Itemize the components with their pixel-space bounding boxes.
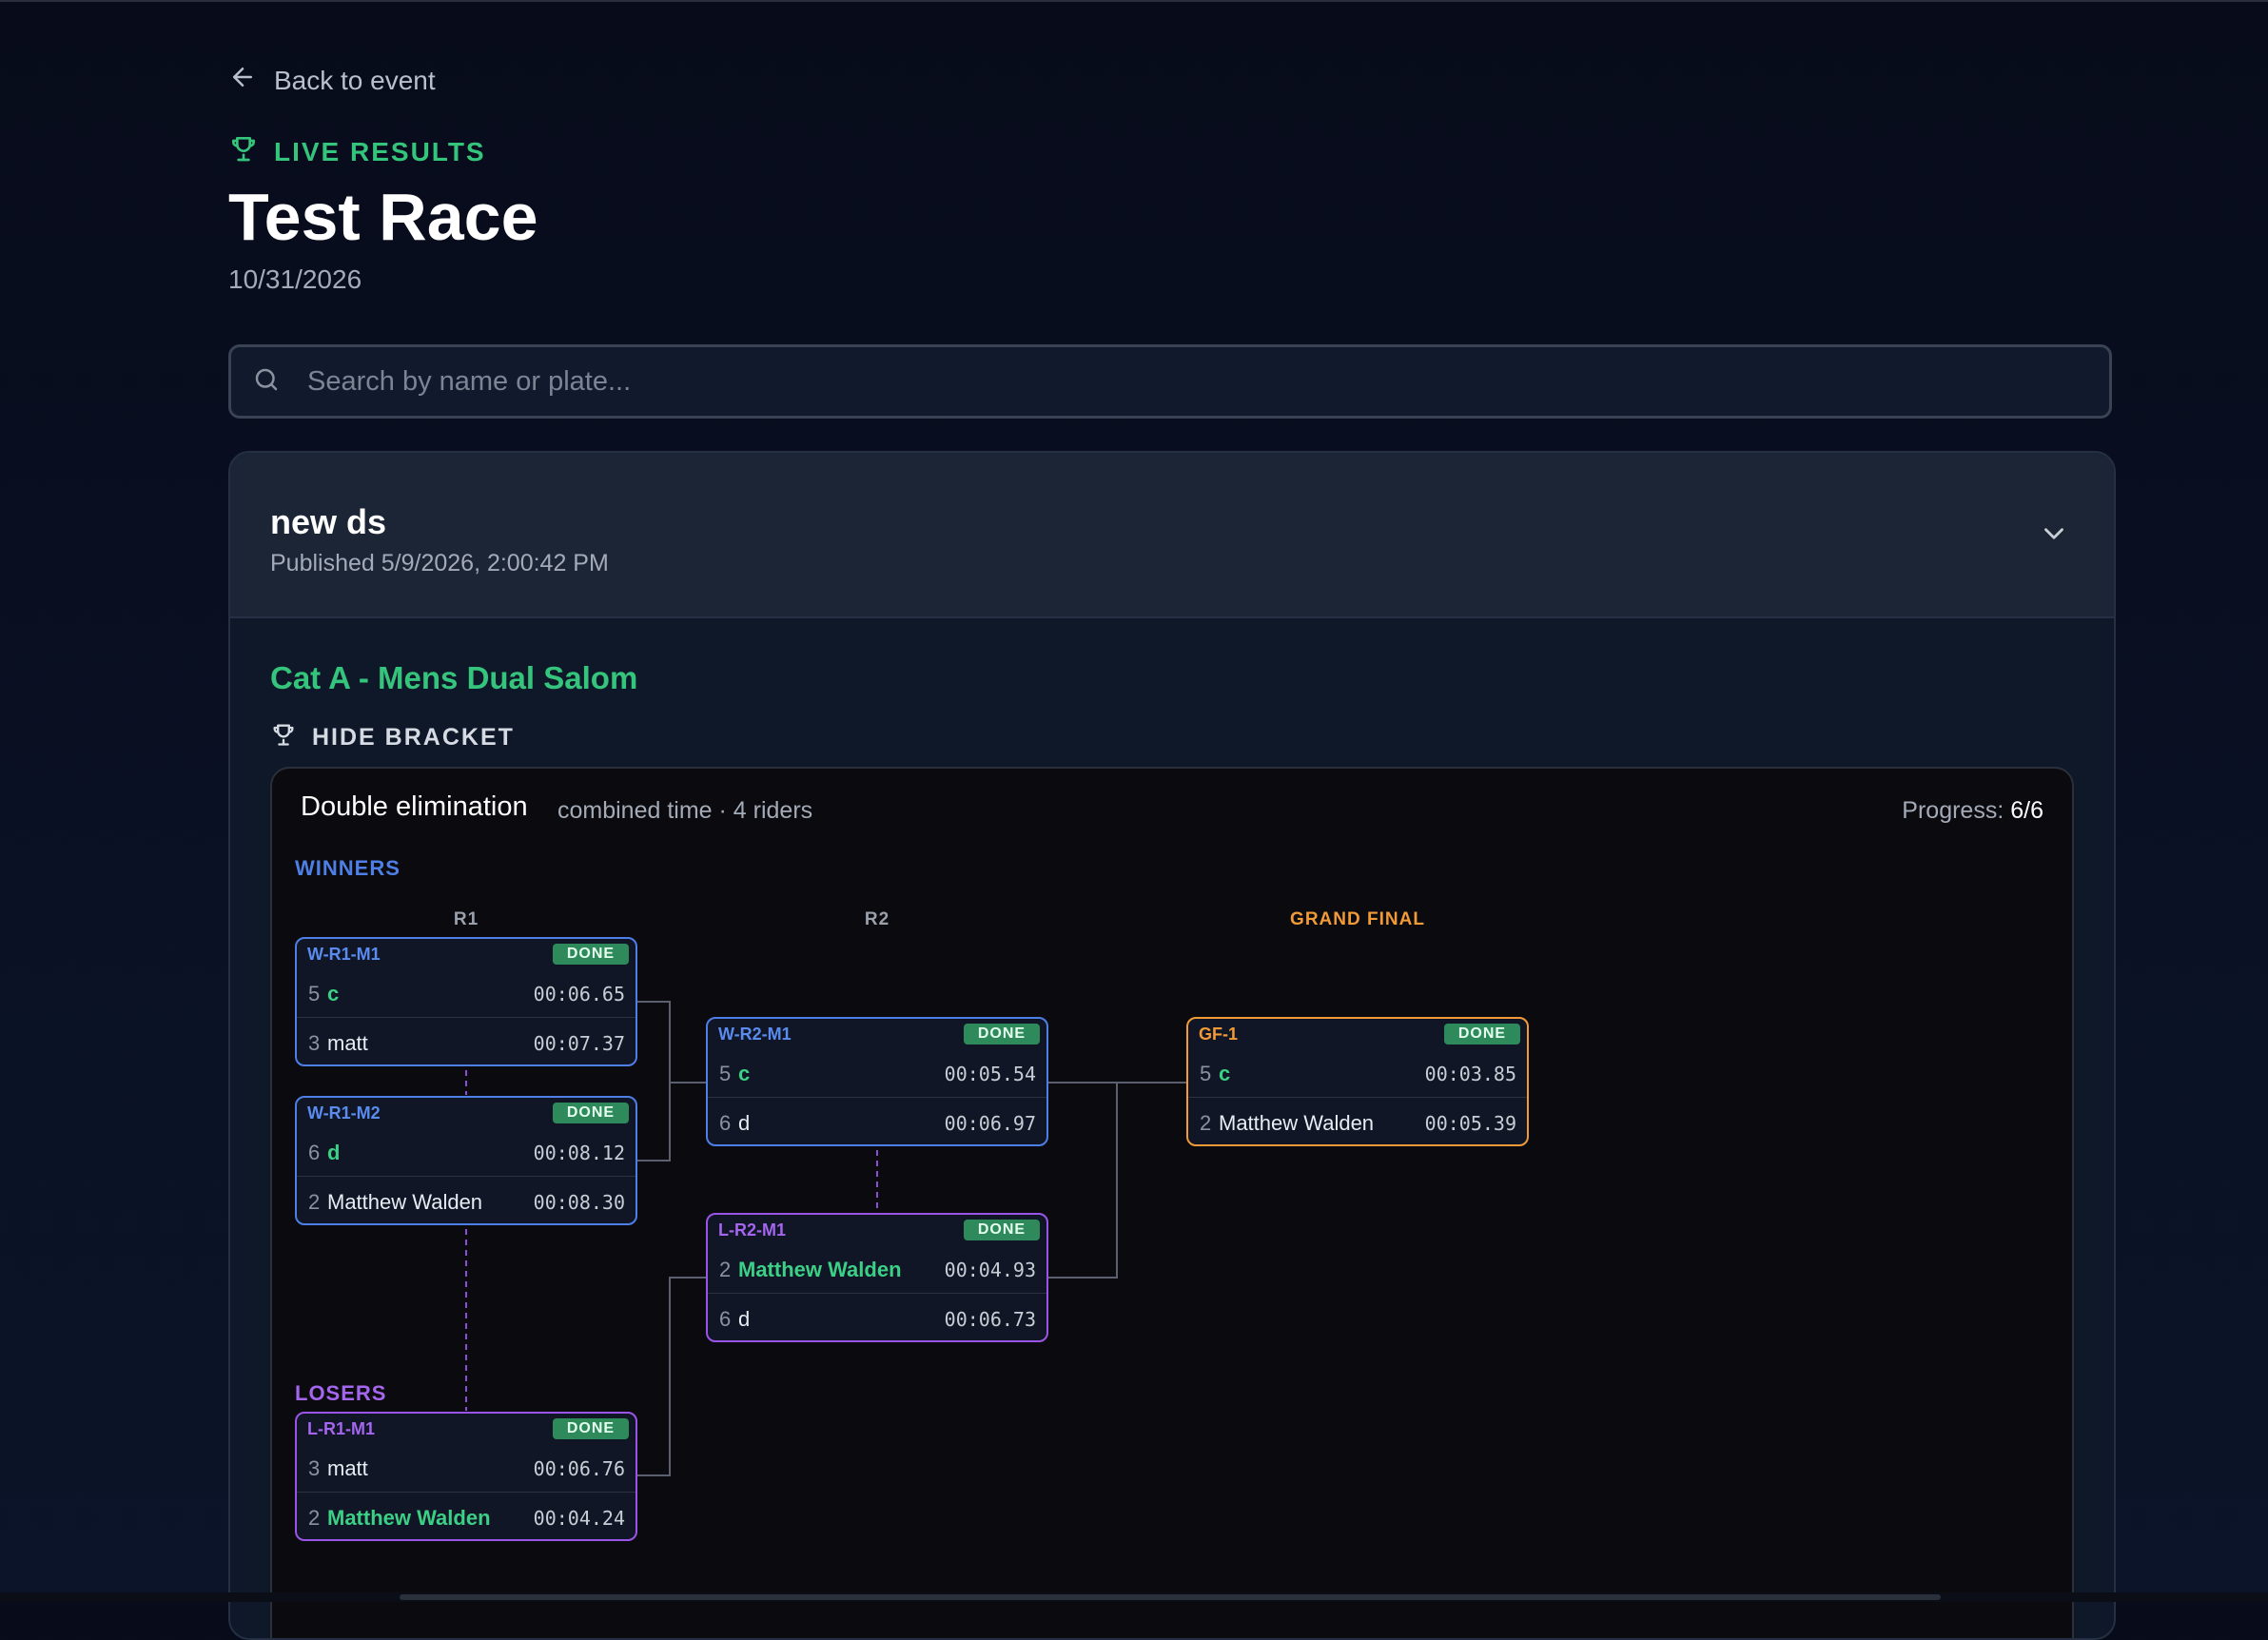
rider-row: 5 c 00:03.85 [1188,1049,1527,1098]
match-id: W-R1-M1 [307,945,381,964]
rider-name: d [738,1307,751,1331]
live-results-label: LIVE RESULTS [274,136,486,166]
hide-bracket-label: HIDE BRACKET [312,724,515,751]
status-badge: DONE [553,1103,629,1123]
published-timestamp: Published 5/9/2026, 2:00:42 PM [270,550,609,576]
rider-plate: 2 [308,1190,321,1214]
bracket-card: Double elimination combined time · 4 rid… [270,767,2074,1638]
rider-plate: 2 [308,1506,321,1530]
rider-row: 6 d 00:06.97 [708,1099,1046,1144]
search-icon [231,365,305,399]
rider-name: matt [327,1031,368,1055]
rider-name: d [738,1111,751,1135]
rider-time: 00:04.93 [944,1259,1036,1281]
rider-name: Matthew Walden [327,1506,491,1530]
rider-row: 5 c 00:06.65 [297,969,635,1018]
rider-time: 00:06.73 [944,1308,1036,1331]
rider-name: c [1219,1062,1231,1085]
rider-time: 00:08.30 [533,1191,625,1214]
window-top-border [0,0,2268,2]
rider-row: 3 matt 00:06.76 [297,1444,635,1493]
rider-time: 00:06.65 [533,983,625,1005]
rider-name: Matthew Walden [327,1190,483,1214]
match-id: L-R1-M1 [307,1419,375,1438]
page-title: Test Race [228,180,538,254]
match-id: W-R2-M1 [718,1025,792,1044]
rider-row: 6 d 00:08.12 [297,1128,635,1177]
status-badge: DONE [1444,1024,1520,1045]
rider-row: 2 Matthew Walden 00:08.30 [297,1178,635,1223]
rider-name: Matthew Walden [738,1258,902,1281]
rider-plate: 3 [308,1031,321,1055]
hide-bracket-button[interactable]: HIDE BRACKET [270,721,515,754]
rider-time: 00:05.54 [944,1063,1036,1085]
rider-plate: 6 [719,1307,732,1331]
rider-name: c [738,1062,751,1085]
rider-row: 3 matt 00:07.37 [297,1019,635,1064]
match-card[interactable]: GF-1 DONE 5 c 00:03.85 2 Matthew Walden … [1186,1017,1529,1146]
rider-plate: 6 [308,1141,321,1164]
category-title: Cat A - Mens Dual Salom [270,660,638,695]
horizontal-scrollbar[interactable] [0,1592,2268,1602]
rider-time: 00:05.39 [1424,1112,1516,1135]
rider-plate: 5 [719,1062,732,1085]
match-header: GF-1 DONE [1188,1019,1527,1049]
match-header: W-R1-M1 DONE [297,939,635,969]
search-input[interactable] [305,364,2022,399]
match-card[interactable]: L-R1-M1 DONE 3 matt 00:06.76 2 Matthew W… [295,1412,637,1541]
match-card[interactable]: L-R2-M1 DONE 2 Matthew Walden 00:04.93 6… [706,1213,1048,1342]
rider-plate: 2 [719,1258,732,1281]
back-to-event-link[interactable]: Back to event [228,63,436,98]
rider-row: 2 Matthew Walden 00:04.93 [708,1245,1046,1294]
status-badge: DONE [964,1024,1040,1045]
rider-plate: 5 [1200,1062,1212,1085]
status-badge: DONE [964,1220,1040,1240]
match-card[interactable]: W-R1-M2 DONE 6 d 00:08.12 2 Matthew Wald… [295,1096,637,1225]
rider-row: 5 c 00:05.54 [708,1049,1046,1098]
match-id: L-R2-M1 [718,1220,786,1240]
rider-time: 00:06.97 [944,1112,1036,1135]
match-header: W-R2-M1 DONE [708,1019,1046,1049]
search-box[interactable] [228,344,2112,419]
match-card[interactable]: W-R2-M1 DONE 5 c 00:05.54 6 d 00:06.97 [706,1017,1048,1146]
scrollbar-thumb[interactable] [400,1594,1941,1600]
rider-name: c [327,982,340,1005]
trophy-icon [228,133,259,170]
status-badge: DONE [553,944,629,965]
back-label: Back to event [274,65,436,95]
rider-name: matt [327,1456,368,1480]
live-results-kicker: LIVE RESULTS [228,133,486,170]
rider-plate: 6 [719,1111,732,1135]
rider-row: 2 Matthew Walden 00:04.24 [297,1494,635,1539]
match-header: W-R1-M2 DONE [297,1098,635,1128]
results-panel: new ds Published 5/9/2026, 2:00:42 PM Ca… [228,451,2116,1640]
rider-time: 00:08.12 [533,1142,625,1164]
status-badge: DONE [553,1418,629,1439]
rider-row: 2 Matthew Walden 00:05.39 [1188,1099,1527,1144]
rider-time: 00:06.76 [533,1457,625,1480]
arrow-left-icon [228,63,257,98]
rider-name: d [327,1141,341,1164]
rider-name: Matthew Walden [1219,1111,1375,1135]
rider-plate: 2 [1200,1111,1212,1135]
rider-time: 00:07.37 [533,1032,625,1055]
match-id: W-R1-M2 [307,1103,381,1123]
rider-time: 00:03.85 [1424,1063,1516,1085]
rider-plate: 5 [308,982,321,1005]
rider-row: 6 d 00:06.73 [708,1295,1046,1340]
rider-time: 00:04.24 [533,1507,625,1530]
match-id: GF-1 [1199,1025,1239,1044]
rider-plate: 3 [308,1456,321,1480]
match-header: L-R2-M1 DONE [708,1215,1046,1245]
results-panel-header[interactable]: new ds Published 5/9/2026, 2:00:42 PM [230,453,2114,618]
results-name: new ds [270,502,387,541]
chevron-down-icon[interactable] [2038,517,2070,550]
match-header: L-R1-M1 DONE [297,1414,635,1444]
trophy-icon [270,721,297,754]
event-date: 10/31/2026 [228,264,362,294]
match-card[interactable]: W-R1-M1 DONE 5 c 00:06.65 3 matt 00:07.3… [295,937,637,1066]
